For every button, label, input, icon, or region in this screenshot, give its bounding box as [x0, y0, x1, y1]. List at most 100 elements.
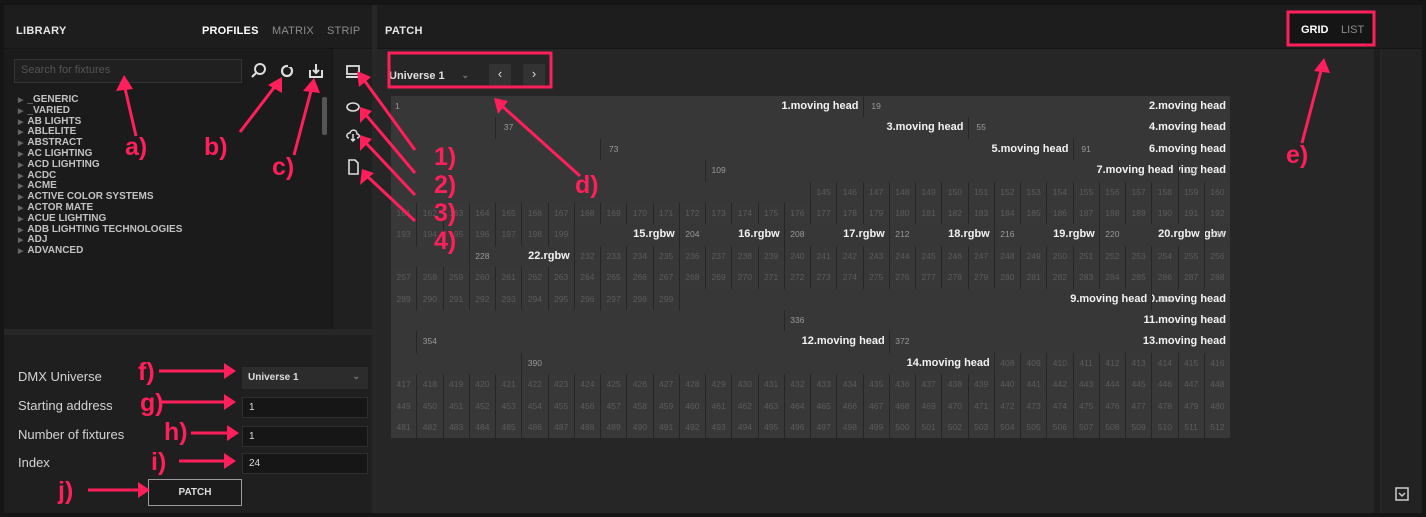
- fixture-block[interactable]: 13.moving head: [889, 331, 1230, 353]
- dmx-channel-cell[interactable]: 259: [443, 267, 469, 289]
- dmx-channel-cell[interactable]: 494: [732, 417, 758, 439]
- refresh-icon[interactable]: [277, 61, 297, 81]
- dmx-channel-cell[interactable]: 252: [1099, 245, 1125, 268]
- dmx-channel-cell[interactable]: 284: [1099, 267, 1125, 289]
- dmx-channel-cell[interactable]: 488: [574, 417, 600, 439]
- dmx-channel-cell[interactable]: 491: [653, 417, 679, 439]
- dmx-channel-cell[interactable]: 260: [469, 267, 495, 289]
- dmx-channel-cell[interactable]: 146: [837, 181, 863, 203]
- dmx-channel-cell[interactable]: 271: [758, 267, 784, 289]
- dmx-channel-cell[interactable]: 431: [758, 374, 784, 396]
- dmx-channel-cell[interactable]: 187: [1073, 203, 1099, 225]
- dmx-channel-cell[interactable]: 436: [889, 374, 915, 396]
- prev-universe-button[interactable]: ‹: [489, 64, 511, 86]
- tree-item[interactable]: ▶ ADB LIGHTING TECHNOLOGIES: [14, 224, 324, 236]
- next-universe-button[interactable]: ›: [523, 64, 545, 86]
- dmx-channel-cell[interactable]: 481: [391, 417, 417, 439]
- dmx-channel-cell[interactable]: 441: [1021, 374, 1047, 396]
- dmx-channel-cell[interactable]: 172: [679, 203, 705, 225]
- dmx-channel-cell[interactable]: 267: [653, 267, 679, 289]
- dmx-channel-cell[interactable]: 189: [1126, 203, 1152, 225]
- dmx-channel-cell[interactable]: 433: [811, 374, 837, 396]
- dmx-channel-cell[interactable]: 497: [811, 417, 837, 439]
- dmx-channel-cell[interactable]: 492: [679, 417, 705, 439]
- dmx-channel-cell[interactable]: 510: [1152, 417, 1178, 439]
- dmx-channel-cell[interactable]: 464: [784, 395, 810, 417]
- dmx-channel-cell[interactable]: 283: [1073, 267, 1099, 289]
- tab-grid[interactable]: GRID: [1301, 24, 1329, 36]
- dmx-channel-cell[interactable]: 287: [1178, 267, 1204, 289]
- dmx-channel-cell[interactable]: 440: [994, 374, 1020, 396]
- dmx-channel-cell[interactable]: 237: [706, 245, 732, 268]
- dmx-channel-cell[interactable]: 180: [889, 203, 915, 225]
- dmx-channel-cell[interactable]: 475: [1073, 395, 1099, 417]
- dmx-channel-cell[interactable]: 482: [417, 417, 443, 439]
- dmx-channel-cell[interactable]: 169: [601, 203, 627, 225]
- dmx-channel-cell[interactable]: 285: [1126, 267, 1152, 289]
- dmx-channel-cell[interactable]: 160: [1204, 181, 1230, 203]
- dmx-channel-cell[interactable]: 186: [1047, 203, 1073, 225]
- dmx-channel-cell[interactable]: 461: [706, 395, 732, 417]
- dmx-channel-cell[interactable]: 486: [522, 417, 548, 439]
- fixture-block[interactable]: [391, 138, 600, 161]
- dmx-channel-cell[interactable]: 505: [1021, 417, 1047, 439]
- dmx-channel-cell[interactable]: 238: [732, 245, 758, 268]
- dmx-channel-cell[interactable]: 157: [1126, 181, 1152, 203]
- dmx-channel-cell[interactable]: 290: [417, 288, 443, 310]
- dmx-channel-cell[interactable]: 245: [916, 245, 942, 268]
- cloud-download-icon[interactable]: [344, 126, 362, 144]
- import-icon[interactable]: [306, 61, 326, 81]
- dmx-channel-cell[interactable]: 451: [443, 395, 469, 417]
- dmx-channel-cell[interactable]: 286: [1152, 267, 1178, 289]
- dmx-channel-cell[interactable]: 295: [548, 288, 574, 310]
- dmx-channel-cell[interactable]: 493: [706, 417, 732, 439]
- dmx-channel-cell[interactable]: 156: [1099, 181, 1125, 203]
- dmx-channel-cell[interactable]: 276: [889, 267, 915, 289]
- dmx-channel-cell[interactable]: 273: [811, 267, 837, 289]
- dmx-channel-cell[interactable]: 175: [758, 203, 784, 225]
- dmx-channel-cell[interactable]: 249: [1021, 245, 1047, 268]
- fixture-block[interactable]: [391, 245, 469, 268]
- dmx-channel-cell[interactable]: 234: [627, 245, 653, 268]
- dmx-channel-cell[interactable]: 469: [916, 395, 942, 417]
- dmx-channel-cell[interactable]: 244: [889, 245, 915, 268]
- fixture-block[interactable]: [391, 310, 784, 332]
- dmx-channel-cell[interactable]: 179: [863, 203, 889, 225]
- dmx-channel-cell[interactable]: 192: [1204, 203, 1230, 225]
- dmx-channel-cell[interactable]: 506: [1047, 417, 1073, 439]
- dmx-channel-cell[interactable]: 465: [811, 395, 837, 417]
- dmx-channel-cell[interactable]: 484: [469, 417, 495, 439]
- dmx-channel-cell[interactable]: 466: [837, 395, 863, 417]
- dmx-channel-cell[interactable]: 438: [942, 374, 968, 396]
- dmx-channel-cell[interactable]: 185: [1021, 203, 1047, 225]
- dmx-channel-cell[interactable]: 445: [1126, 374, 1152, 396]
- dmx-channel-cell[interactable]: 151: [968, 181, 994, 203]
- dmx-channel-cell[interactable]: 277: [916, 267, 942, 289]
- dmx-channel-cell[interactable]: 199: [548, 224, 574, 246]
- dmx-channel-cell[interactable]: 193: [391, 224, 417, 246]
- universe-select[interactable]: Universe 1 ⌄: [389, 65, 481, 87]
- search-icon[interactable]: [249, 61, 269, 81]
- fixture-block[interactable]: 14.moving head: [522, 352, 994, 375]
- dmx-channel-cell[interactable]: 196: [469, 224, 495, 246]
- dmx-channel-cell[interactable]: 261: [496, 267, 522, 289]
- dmx-channel-cell[interactable]: 282: [1047, 267, 1073, 289]
- dmx-channel-cell[interactable]: 504: [994, 417, 1020, 439]
- patch-scrollbar[interactable]: [1374, 49, 1380, 513]
- dmx-channel-cell[interactable]: 292: [469, 288, 495, 310]
- dmx-channel-cell[interactable]: 449: [391, 395, 417, 417]
- dmx-channel-cell[interactable]: 251: [1073, 245, 1099, 268]
- dmx-channel-cell[interactable]: 421: [496, 374, 522, 396]
- dmx-channel-cell[interactable]: 423: [548, 374, 574, 396]
- dmx-channel-cell[interactable]: 453: [496, 395, 522, 417]
- dmx-channel-cell[interactable]: 275: [863, 267, 889, 289]
- dmx-channel-cell[interactable]: 458: [627, 395, 653, 417]
- dmx-channel-cell[interactable]: 298: [627, 288, 653, 310]
- dmx-channel-cell[interactable]: 418: [417, 374, 443, 396]
- dmx-channel-cell[interactable]: 425: [601, 374, 627, 396]
- dmx-channel-cell[interactable]: 500: [889, 417, 915, 439]
- dmx-channel-cell[interactable]: 442: [1047, 374, 1073, 396]
- dmx-channel-cell[interactable]: 297: [601, 288, 627, 310]
- fixture-block[interactable]: 11.moving head: [784, 310, 1230, 332]
- dmx-channel-cell[interactable]: 168: [574, 203, 600, 225]
